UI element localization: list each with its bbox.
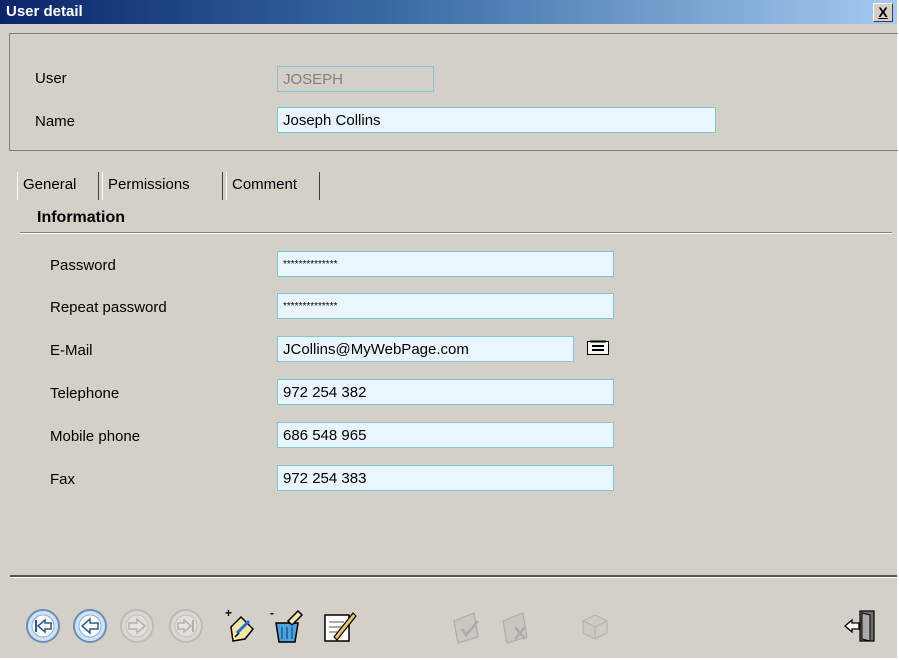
- group-divider: [20, 232, 892, 234]
- new-record-icon[interactable]: +: [223, 607, 261, 645]
- window-title: User detail: [6, 3, 83, 20]
- toolbar-divider: [10, 575, 897, 578]
- print-icon[interactable]: [575, 607, 613, 645]
- next-record-icon[interactable]: [118, 607, 156, 645]
- email-field[interactable]: [277, 336, 574, 362]
- name-field[interactable]: [277, 107, 716, 133]
- svg-text:-: -: [270, 607, 274, 620]
- user-field: [277, 66, 434, 92]
- cancel-icon[interactable]: [497, 607, 535, 645]
- send-mail-icon[interactable]: [586, 339, 610, 357]
- password-label: Password: [50, 257, 116, 274]
- tab-general[interactable]: General: [17, 172, 99, 200]
- delete-record-icon[interactable]: -: [268, 607, 306, 645]
- fax-label: Fax: [50, 471, 76, 488]
- user-detail-window: User detail X User Name General Permissi…: [0, 0, 899, 660]
- exit-icon[interactable]: [842, 607, 880, 645]
- telephone-field[interactable]: [277, 379, 614, 405]
- name-label: Name: [35, 113, 76, 130]
- fax-field[interactable]: [277, 465, 614, 491]
- repeat-password-label: Repeat password: [50, 299, 167, 316]
- tab-permissions[interactable]: Permissions: [102, 172, 223, 200]
- mobile-phone-label: Mobile phone: [50, 428, 141, 445]
- previous-record-icon[interactable]: [71, 607, 109, 645]
- information-group-title: Information: [37, 209, 125, 226]
- repeat-password-field[interactable]: [277, 293, 614, 319]
- tab-comment-label: Comment: [232, 176, 298, 193]
- tab-comment[interactable]: Comment: [226, 172, 320, 200]
- user-label: User: [35, 70, 67, 87]
- telephone-label: Telephone: [50, 385, 120, 402]
- mobile-phone-field[interactable]: [277, 422, 614, 448]
- close-button[interactable]: X: [873, 3, 893, 22]
- email-label: E-Mail: [50, 342, 93, 359]
- edit-record-icon[interactable]: [320, 607, 358, 645]
- tab-permissions-label: Permissions: [108, 176, 190, 193]
- confirm-icon[interactable]: [448, 607, 486, 645]
- first-record-icon[interactable]: [24, 607, 62, 645]
- user-header-panel: [9, 33, 898, 151]
- tab-general-label: General: [23, 176, 77, 193]
- svg-text:+: +: [225, 607, 232, 620]
- password-field[interactable]: [277, 251, 614, 277]
- last-record-icon[interactable]: [167, 607, 205, 645]
- title-bar: User detail X: [0, 0, 897, 24]
